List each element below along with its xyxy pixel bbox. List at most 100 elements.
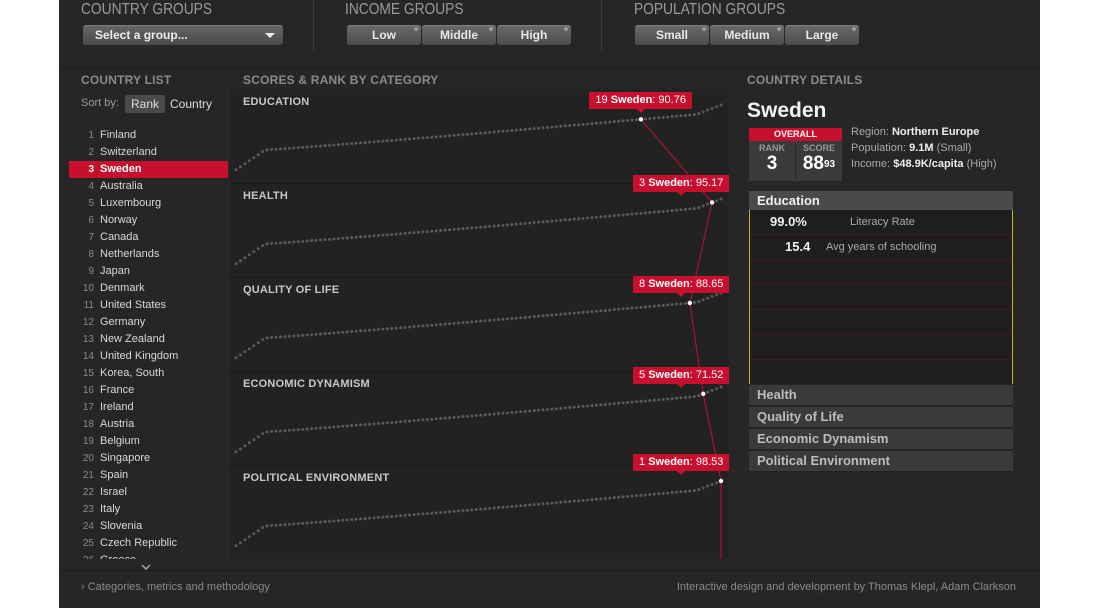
- country-score-dot[interactable]: [617, 495, 621, 499]
- country-score-dot[interactable]: [617, 307, 621, 311]
- country-score-dot[interactable]: [265, 242, 269, 246]
- country-score-dot[interactable]: [666, 209, 670, 213]
- country-score-dot[interactable]: [666, 397, 670, 401]
- country-score-dot[interactable]: [634, 118, 638, 122]
- country-score-dot[interactable]: [345, 142, 349, 146]
- country-score-dot[interactable]: [456, 133, 460, 137]
- country-score-dot[interactable]: [661, 209, 665, 213]
- country-score-dot[interactable]: [278, 523, 282, 527]
- country-score-dot[interactable]: [390, 138, 394, 142]
- country-score-dot[interactable]: [465, 508, 469, 512]
- country-score-dot[interactable]: [479, 225, 483, 229]
- country-score-dot[interactable]: [666, 115, 670, 119]
- country-score-dot[interactable]: [657, 398, 661, 402]
- country-score-dot[interactable]: [287, 240, 291, 244]
- country-score-dot[interactable]: [488, 506, 492, 510]
- country-score-dot[interactable]: [532, 503, 536, 507]
- country-score-dot[interactable]: [545, 501, 549, 505]
- country-score-dot[interactable]: [550, 219, 554, 223]
- country-score-dot[interactable]: [519, 410, 523, 414]
- country-score-dot[interactable]: [439, 322, 443, 326]
- country-score-dot[interactable]: [416, 324, 420, 328]
- country-score-dot[interactable]: [483, 225, 487, 229]
- country-score-dot[interactable]: [497, 224, 501, 228]
- country-score-dot[interactable]: [483, 507, 487, 511]
- country-score-dot[interactable]: [301, 521, 305, 525]
- country-score-dot[interactable]: [470, 226, 474, 230]
- income-low-button[interactable]: Low: [347, 25, 421, 45]
- country-score-dot[interactable]: [385, 327, 389, 331]
- country-score-dot[interactable]: [590, 216, 594, 220]
- sort-rank-button[interactable]: Rank: [125, 95, 166, 113]
- country-score-dot[interactable]: [572, 311, 576, 315]
- country-score-dot[interactable]: [630, 118, 634, 122]
- country-score-dot[interactable]: [528, 315, 532, 319]
- country-score-dot[interactable]: [465, 226, 469, 230]
- country-score-dot[interactable]: [528, 221, 532, 225]
- country-score-dot[interactable]: [341, 142, 345, 146]
- country-score-dot[interactable]: [590, 310, 594, 314]
- country-score-dot[interactable]: [385, 233, 389, 237]
- country-score-dot[interactable]: [497, 130, 501, 134]
- country-score-dot[interactable]: [461, 509, 465, 513]
- country-score-dot[interactable]: [274, 241, 278, 245]
- country-score-dot[interactable]: [514, 316, 518, 320]
- country-score-dot[interactable]: [474, 226, 478, 230]
- country-score-dot[interactable]: [238, 447, 242, 451]
- country-score-dot[interactable]: [666, 491, 670, 495]
- country-score-dot[interactable]: [715, 199, 719, 203]
- country-score-dot[interactable]: [372, 140, 376, 144]
- country-score-dot[interactable]: [350, 424, 354, 428]
- country-score-dot[interactable]: [621, 307, 625, 311]
- country-score-dot[interactable]: [332, 237, 336, 241]
- country-score-dot[interactable]: [443, 322, 447, 326]
- country-score-dot[interactable]: [376, 516, 380, 520]
- country-score-dot[interactable]: [541, 502, 545, 506]
- country-score-dot[interactable]: [688, 395, 692, 399]
- country-score-dot[interactable]: [581, 404, 585, 408]
- country-score-dot[interactable]: [559, 218, 563, 222]
- country-score-dot[interactable]: [492, 506, 496, 510]
- country-score-dot[interactable]: [603, 402, 607, 406]
- country-score-dot[interactable]: [359, 423, 363, 427]
- country-score-dot[interactable]: [479, 507, 483, 511]
- country-score-dot[interactable]: [590, 498, 594, 502]
- country-score-dot[interactable]: [323, 520, 327, 524]
- country-score-dot[interactable]: [510, 505, 514, 509]
- country-score-dot[interactable]: [501, 129, 505, 133]
- country-score-dot[interactable]: [296, 522, 300, 526]
- country-score-dot[interactable]: [554, 313, 558, 317]
- country-score-dot[interactable]: [381, 233, 385, 237]
- country-score-dot[interactable]: [319, 332, 323, 336]
- country-score-dot[interactable]: [630, 494, 634, 498]
- country-score-dot[interactable]: [319, 426, 323, 430]
- country-score-dot[interactable]: [261, 150, 265, 154]
- country-score-dot[interactable]: [443, 134, 447, 138]
- country-score-dot[interactable]: [292, 240, 296, 244]
- country-score-dot[interactable]: [265, 148, 269, 152]
- country-score-dot[interactable]: [363, 517, 367, 521]
- population-medium-button[interactable]: Medium: [710, 25, 784, 45]
- country-score-dot[interactable]: [692, 113, 696, 117]
- country-score-dot[interactable]: [292, 146, 296, 150]
- country-score-dot[interactable]: [452, 509, 456, 513]
- country-score-dot[interactable]: [492, 318, 496, 322]
- country-score-dot[interactable]: [252, 250, 256, 254]
- country-score-dot[interactable]: [505, 411, 509, 415]
- country-score-dot[interactable]: [359, 517, 363, 521]
- country-score-dot[interactable]: [385, 139, 389, 143]
- country-score-dot[interactable]: [421, 512, 425, 516]
- country-score-dot[interactable]: [643, 493, 647, 497]
- country-score-dot[interactable]: [456, 509, 460, 513]
- country-score-dot[interactable]: [532, 221, 536, 225]
- country-score-dot[interactable]: [630, 212, 634, 216]
- country-score-dot[interactable]: [354, 235, 358, 239]
- country-list-item[interactable]: 23 Italy: [69, 501, 228, 518]
- country-score-dot[interactable]: [661, 491, 665, 495]
- country-list-item[interactable]: 26 Greece: [69, 552, 228, 559]
- country-score-dot[interactable]: [550, 313, 554, 317]
- country-score-dot[interactable]: [550, 501, 554, 505]
- country-score-dot[interactable]: [310, 145, 314, 149]
- country-score-dot[interactable]: [376, 234, 380, 238]
- country-list-item[interactable]: 21 Spain: [69, 467, 228, 484]
